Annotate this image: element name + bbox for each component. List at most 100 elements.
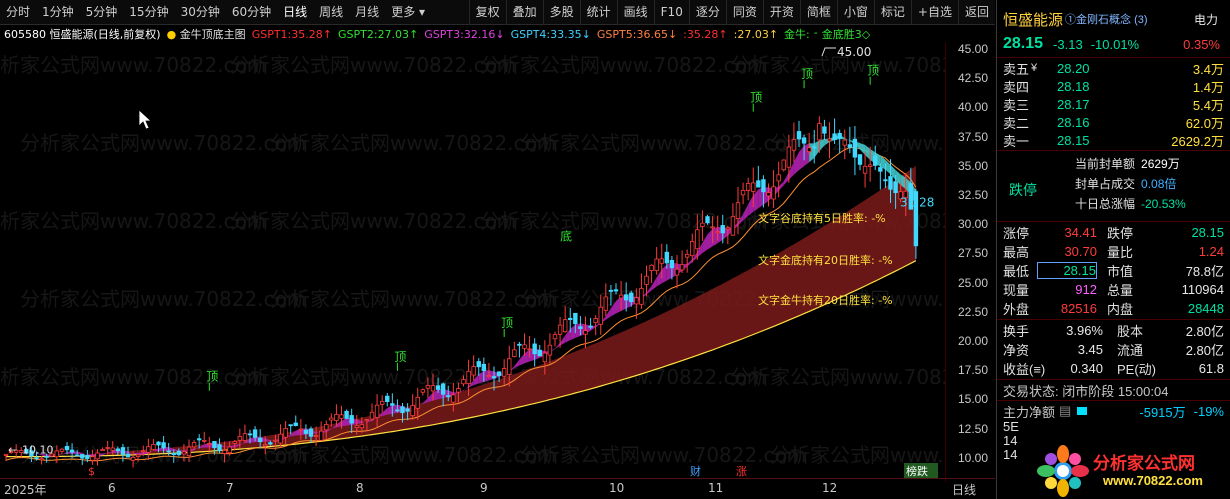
trend-ribbon	[524, 349, 530, 364]
trend-ribbon	[560, 335, 566, 346]
indicator-name: 金牛顶底主图	[179, 28, 246, 41]
stats-row: 外盘 82516 内盘 28448	[997, 299, 1230, 318]
stat-label: 股本	[1117, 324, 1144, 339]
trend-ribbon	[570, 324, 576, 341]
seal-label: 当前封单额	[1075, 157, 1136, 171]
yen-icon: ¥	[1031, 62, 1038, 74]
price-change: -3.13	[1053, 36, 1083, 52]
candle-body	[756, 180, 761, 188]
candle-body	[608, 289, 614, 292]
toolbar-button[interactable]: +自选	[910, 0, 958, 25]
time-tick: 11	[708, 481, 724, 495]
candle-body	[649, 264, 654, 272]
candle-body	[720, 225, 725, 234]
high-price-label: 45.00	[837, 45, 871, 59]
price-tick: 22.50	[958, 304, 989, 319]
ask-row[interactable]: 卖四 28.18 1.4万	[997, 77, 1230, 95]
stock-code-title[interactable]: 605580 恒盛能源(日线,前复权)	[4, 26, 161, 42]
toolbar-button[interactable]: 叠加	[505, 0, 543, 25]
candle-body	[771, 186, 776, 200]
gspt-number: 35.28	[291, 27, 323, 41]
toolbar-button[interactable]: 复权	[468, 0, 506, 25]
trend-ribbon	[702, 234, 708, 254]
seal-label: 十日总涨幅	[1075, 197, 1136, 211]
stat-value: 28.15	[1037, 262, 1097, 279]
seal-label: 封单占成交	[1075, 177, 1136, 191]
candle-body	[196, 438, 202, 441]
candle-body	[90, 456, 95, 461]
toolbar-button[interactable]: 开资	[762, 0, 800, 25]
trend-ribbon	[783, 172, 789, 186]
period-toolbar: 分时 1分钟 5分钟 15分钟 30分钟 60分钟 日线 周线 月线 更多 ▾ 复权 叠加 多股 统计画…	[0, 0, 995, 25]
toolbar-button[interactable]: 画线	[616, 0, 654, 25]
toolbar-button[interactable]: 多股	[542, 0, 580, 25]
watermark-text: 分析家公式网www.70822.com	[20, 287, 306, 311]
candle-body	[669, 259, 675, 269]
event-marker[interactable]: 榜跌	[906, 464, 928, 478]
toolbar-button[interactable]: 统计	[579, 0, 617, 25]
candle-body	[344, 410, 349, 419]
ask-row[interactable]: 卖三 28.17 5.4万	[997, 95, 1230, 113]
trend-ribbon	[555, 342, 561, 349]
indicator-selector[interactable]: ● 金牛顶底主图	[167, 26, 246, 42]
stock-name[interactable]: 恒盛能源	[1003, 9, 1063, 30]
candle-body	[176, 450, 182, 456]
top-signal-label: 顶	[801, 67, 813, 81]
price-tick: 37.50	[958, 129, 989, 144]
ask-row[interactable]: 卖一 28.15 2629.2万	[997, 131, 1230, 149]
period-tab[interactable]: 更多 ▾	[385, 0, 431, 25]
toolbar-button[interactable]: F10	[653, 0, 689, 25]
candle-body	[130, 456, 136, 461]
candle-body	[471, 366, 476, 376]
event-marker[interactable]: 涨	[736, 465, 747, 478]
period-tab[interactable]: 5分钟	[80, 0, 124, 25]
main-flow-pct: -19%	[1193, 403, 1224, 419]
period-tab[interactable]: 分时	[0, 0, 36, 25]
gspt-value: :27.03↑	[734, 28, 778, 41]
sector-tag[interactable]: 电力	[1194, 11, 1224, 28]
candle-body	[801, 137, 807, 144]
candle-body	[847, 144, 853, 148]
period-tab[interactable]: 15分钟	[123, 0, 174, 25]
stat-label: 外盘	[1003, 302, 1030, 317]
candle-body	[293, 422, 298, 426]
candle-body	[146, 446, 151, 453]
period-tab[interactable]: 日线	[277, 0, 313, 25]
toolbar-button[interactable]: 简框	[799, 0, 837, 25]
event-marker[interactable]: $	[88, 465, 95, 478]
price-tick: 20.00	[958, 334, 989, 348]
period-tab[interactable]: 周线	[313, 0, 349, 25]
main-flow-row[interactable]: 主力净额 ▤ -5915万 -19%	[997, 402, 1230, 420]
ask-row[interactable]: 卖五 ¥28.20 3.4万	[997, 59, 1230, 77]
watermark-text: 分析家公式网www.70822.com	[0, 365, 266, 389]
divider	[997, 319, 1230, 320]
toolbar-button[interactable]: 同资	[725, 0, 763, 25]
period-tab[interactable]: 60分钟	[226, 0, 277, 25]
candle-body	[873, 155, 878, 166]
concept-link[interactable]: ①金刚石概念 (3)	[1065, 11, 1148, 27]
candle-body	[837, 132, 842, 139]
candle-body	[237, 436, 243, 441]
period-tab[interactable]: 30分钟	[175, 0, 226, 25]
time-tick: 9	[480, 481, 488, 495]
candle-body	[232, 441, 237, 444]
toolbar-button[interactable]: 小窗	[836, 0, 874, 25]
toolbar-button[interactable]: 标记	[873, 0, 911, 25]
kline-chart[interactable]: 分析家公式网www.70822.com分析家公式网www.70822.com分析…	[0, 42, 945, 482]
period-tab[interactable]: 月线	[349, 0, 385, 25]
candle-body	[329, 417, 334, 421]
event-marker[interactable]: 财	[690, 464, 701, 478]
toolbar-button[interactable]: 逐分	[688, 0, 726, 25]
candle-body	[735, 202, 741, 219]
flow-row-label: 5E	[1003, 419, 1019, 434]
candle-body	[278, 433, 283, 444]
toolbar-button[interactable]: 返回	[957, 0, 995, 25]
period-tab[interactable]: 1分钟	[36, 0, 80, 25]
stock-title-row: 恒盛能源 ①金刚石概念 (3) 电力	[997, 8, 1230, 30]
ask-volume: 62.0万	[1185, 115, 1224, 131]
stat-value: 1.24	[1198, 244, 1224, 259]
top-signal-label: 顶	[206, 370, 218, 384]
gspt-arrow-icon: ↓	[495, 27, 505, 41]
candle-body	[740, 190, 746, 196]
ask-row[interactable]: 卖二 28.16 62.0万	[997, 113, 1230, 131]
